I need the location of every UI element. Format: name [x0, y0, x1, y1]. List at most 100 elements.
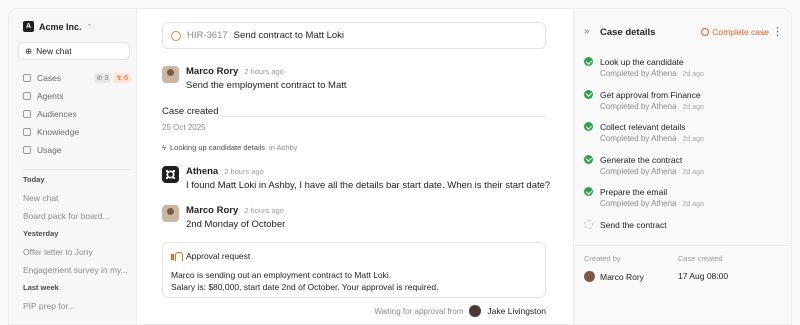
- tool-activity-text: Looking up candidate details: [169, 143, 266, 152]
- plus-icon: ⊕: [25, 45, 33, 56]
- complete-case-button[interactable]: Complete case: [701, 27, 769, 37]
- message-time: 2 hours ago: [224, 167, 264, 176]
- case-created-event: Case created 25 Oct 2025: [162, 106, 546, 132]
- panel-header: » Case details Complete case ⋮: [584, 26, 783, 40]
- collapse-panel-icon[interactable]: »: [584, 26, 590, 37]
- new-chat-button[interactable]: ⊕ New chat: [18, 42, 130, 60]
- chat-history: Today New chat Board pack for board... Y…: [23, 171, 133, 315]
- completed-check-icon: [584, 57, 593, 66]
- sidebar-item-cases[interactable]: Cases ⊘ 3 ↯ 6: [23, 69, 131, 87]
- completed-check-icon: [584, 89, 593, 99]
- case-steps: Look up the candidate Completed by Athen…: [584, 57, 784, 252]
- step-meta: Completed by Athena 2d ago: [600, 199, 704, 208]
- message: Marco Rory 2 hours ago 2nd Monday of Oct…: [162, 205, 546, 235]
- case-created-date: 25 Oct 2025: [162, 123, 206, 132]
- app-window: A Acme Inc. ⌃ ⊕ New chat Cases ⊘ 3 ↯ 6 A…: [8, 8, 792, 325]
- message-body: Send the employment contract to Matt: [186, 80, 347, 91]
- created-by-label: Created by: [584, 254, 621, 263]
- app-frame: A Acme Inc. ⌃ ⊕ New chat Cases ⊘ 3 ↯ 6 A…: [0, 0, 800, 325]
- audiences-icon: [23, 110, 31, 118]
- sidebar-item-label: Agents: [37, 91, 64, 101]
- approval-icon: [171, 252, 183, 261]
- history-item[interactable]: Offer letter to Jony: [23, 243, 133, 261]
- step-item: Send the contract: [584, 219, 784, 253]
- approval-text: Marco is sending out an employment contr…: [171, 269, 438, 293]
- history-item[interactable]: Engagement survey in my...: [23, 261, 133, 279]
- step-meta: Completed by Athena 2d ago: [600, 69, 704, 78]
- sidebar-item-label: Audiences: [37, 109, 77, 119]
- message-header: Athena 2 hours ago: [186, 166, 264, 177]
- sidebar-item-knowledge[interactable]: Knowledge: [23, 123, 131, 141]
- step-title: Collect relevant details: [600, 122, 686, 132]
- sidebar: A Acme Inc. ⌃ ⊕ New chat Cases ⊘ 3 ↯ 6 A…: [9, 9, 137, 324]
- history-item[interactable]: New chat: [23, 189, 133, 207]
- case-header: HIR-3617 Send contract to Matt Loki: [162, 22, 546, 49]
- created-by-name: Marco Rory: [600, 271, 644, 282]
- tool-activity: ϟ Looking up candidate details in Ashby: [162, 143, 297, 152]
- step-title: Prepare the email: [600, 187, 668, 197]
- waiting-for-approval: Waiting for approval from Jake Livingsto…: [374, 305, 546, 317]
- history-item[interactable]: Board pack for board...: [23, 207, 133, 225]
- sidebar-nav: Cases ⊘ 3 ↯ 6 Agents Audiences Knowledge…: [23, 69, 131, 159]
- step-title: Send the contract: [600, 219, 667, 230]
- waiting-label: Waiting for approval from: [374, 306, 464, 316]
- avatar: [162, 66, 179, 83]
- org-name: Acme Inc.: [39, 21, 82, 32]
- message-body: I found Matt Loki in Ashby, I have all t…: [186, 180, 551, 191]
- sidebar-item-usage[interactable]: Usage: [23, 141, 131, 159]
- created-by-value: Marco Rory: [584, 271, 644, 282]
- case-created-field: Case created 17 Aug 08:00: [678, 254, 728, 281]
- avatar: [469, 305, 482, 317]
- message-author: Athena: [186, 166, 219, 177]
- step-meta: Completed by Athena 2d ago: [600, 166, 704, 176]
- message-time: 2 hours ago: [244, 206, 284, 215]
- completed-check-icon: [584, 154, 593, 164]
- step-item: Prepare the email Completed by Athena 2d …: [584, 187, 784, 220]
- step-title: Look up the candidate: [600, 57, 684, 67]
- history-heading: Last week: [23, 283, 59, 292]
- history-item[interactable]: PIP prep for...: [23, 297, 133, 315]
- pending-circle-icon: [584, 219, 593, 229]
- step-item: Get approval from Finance Completed by A…: [584, 89, 784, 123]
- step-item: Generate the contract Completed by Athen…: [584, 154, 784, 188]
- lightning-icon: ϟ: [162, 143, 166, 152]
- step-item: Collect relevant details Completed by At…: [584, 122, 784, 155]
- approval-header: Approval request: [171, 251, 250, 261]
- approval-title: Approval request: [186, 251, 251, 261]
- complete-case-label: Complete case: [712, 27, 769, 37]
- conversation: HIR-3617 Send contract to Matt Loki Marc…: [137, 9, 573, 324]
- knowledge-icon: [23, 128, 31, 136]
- cases-icon: [23, 74, 31, 82]
- case-created-label: Case created: [678, 254, 723, 263]
- athena-avatar: [162, 166, 179, 183]
- sidebar-item-agents[interactable]: Agents: [23, 87, 131, 105]
- approval-request-card[interactable]: Approval request Marco is sending out an…: [162, 242, 546, 298]
- org-logo-icon: A: [23, 21, 34, 32]
- case-details-panel: » Case details Complete case ⋮ Look up t…: [573, 9, 791, 324]
- case-title: Send contract to Matt Loki: [233, 30, 345, 41]
- more-options-icon[interactable]: ⋮: [772, 25, 783, 38]
- chevron-updown-icon: ⌃: [86, 23, 93, 31]
- cases-alert-badge: ↯ 6: [113, 73, 131, 83]
- sidebar-item-label: Usage: [37, 145, 62, 155]
- divider: [222, 116, 546, 117]
- case-status-icon: [171, 30, 181, 41]
- message-time: 2 hours ago: [244, 67, 284, 76]
- step-title: Get approval from Finance: [600, 89, 701, 100]
- approver-name: Jake Livingston: [487, 306, 546, 316]
- step-meta: Completed by Athena 2d ago: [600, 101, 704, 111]
- athena-logo-icon: [165, 169, 176, 180]
- case-created-value: 17 Aug 08:00: [678, 271, 729, 281]
- sidebar-item-audiences[interactable]: Audiences: [23, 105, 131, 123]
- message-header: Marco Rory 2 hours ago: [186, 66, 284, 77]
- avatar: [584, 271, 595, 282]
- approval-line: Marco is sending out an employment contr…: [171, 270, 392, 280]
- message-header: Marco Rory 2 hours ago: [186, 205, 284, 216]
- step-item: Look up the candidate Completed by Athen…: [584, 57, 784, 90]
- sidebar-divider: [23, 169, 131, 170]
- org-switcher[interactable]: A Acme Inc. ⌃: [23, 21, 92, 32]
- history-heading: Today: [23, 175, 45, 184]
- check-circle-icon: [701, 28, 710, 36]
- history-heading: Yesterday: [23, 229, 59, 238]
- agents-icon: [23, 92, 31, 100]
